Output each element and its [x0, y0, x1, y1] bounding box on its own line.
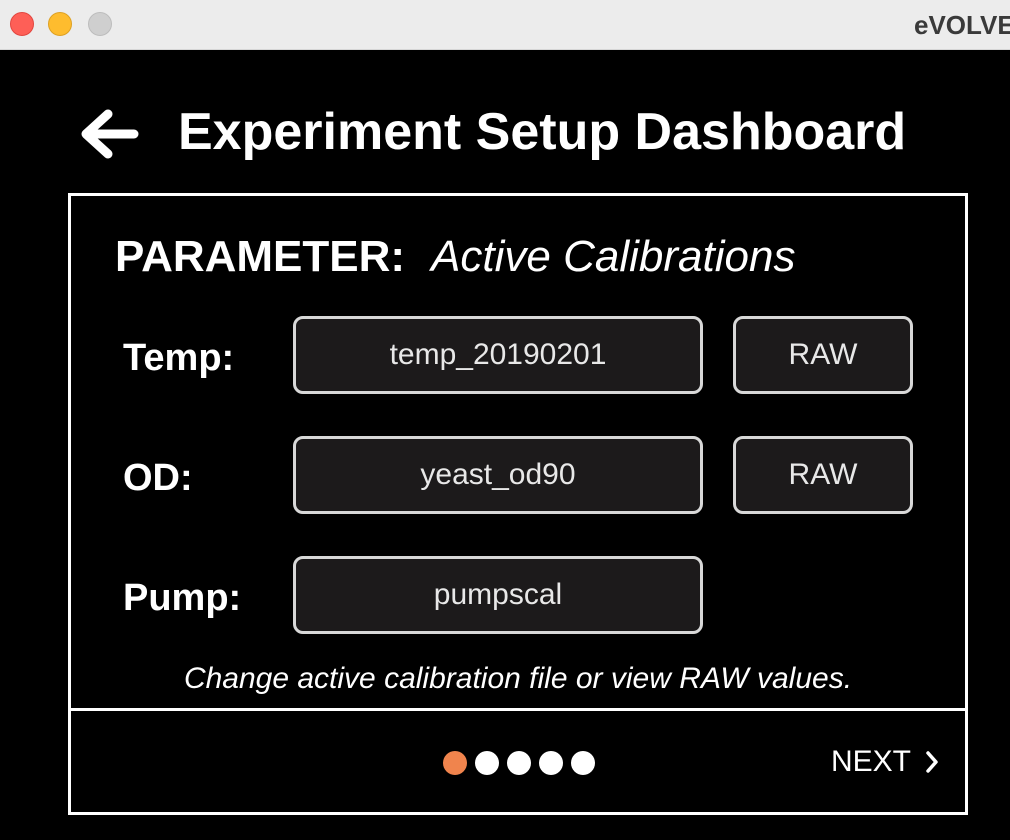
page-title: Experiment Setup Dashboard — [178, 103, 907, 161]
app-content: Experiment Setup Dashboard PARAMETER: Act… — [0, 50, 1010, 840]
od-label: OD: — [123, 457, 193, 499]
calibration-hint: Change active calibration file or view R… — [183, 662, 853, 695]
parameter-value: Active Calibrations — [431, 232, 796, 281]
close-window-button[interactable] — [10, 12, 34, 36]
back-button[interactable] — [78, 108, 140, 160]
temp-label: Temp: — [123, 337, 235, 379]
page-dot-2[interactable] — [475, 751, 499, 775]
pump-label: Pump: — [123, 577, 242, 619]
zoom-window-button[interactable] — [88, 12, 112, 36]
page-dot-1[interactable] — [443, 751, 467, 775]
next-label: NEXT — [831, 745, 912, 778]
arrow-left-icon — [81, 109, 139, 159]
page-dot-3[interactable] — [507, 751, 531, 775]
parameter-heading: PARAMETER: Active Calibrations — [115, 232, 795, 282]
panel-divider — [71, 708, 965, 711]
minimize-window-button[interactable] — [48, 12, 72, 36]
pump-calibration-button[interactable]: pumpscal — [293, 556, 703, 634]
od-raw-button[interactable]: RAW — [733, 436, 913, 514]
temp-raw-button[interactable]: RAW — [733, 316, 913, 394]
window-titlebar: eVOLVER — [0, 0, 1010, 50]
next-button[interactable]: NEXT — [831, 742, 939, 782]
settings-panel: PARAMETER: Active Calibrations Temp: temp… — [68, 193, 968, 815]
window-title: eVOLVER — [914, 10, 1010, 40]
page-dot-4[interactable] — [539, 751, 563, 775]
page-dot-5[interactable] — [571, 751, 595, 775]
parameter-label: PARAMETER: — [115, 232, 406, 281]
od-calibration-button[interactable]: yeast_od90 — [293, 436, 703, 514]
chevron-right-icon — [926, 751, 938, 773]
temp-calibration-button[interactable]: temp_20190201 — [293, 316, 703, 394]
